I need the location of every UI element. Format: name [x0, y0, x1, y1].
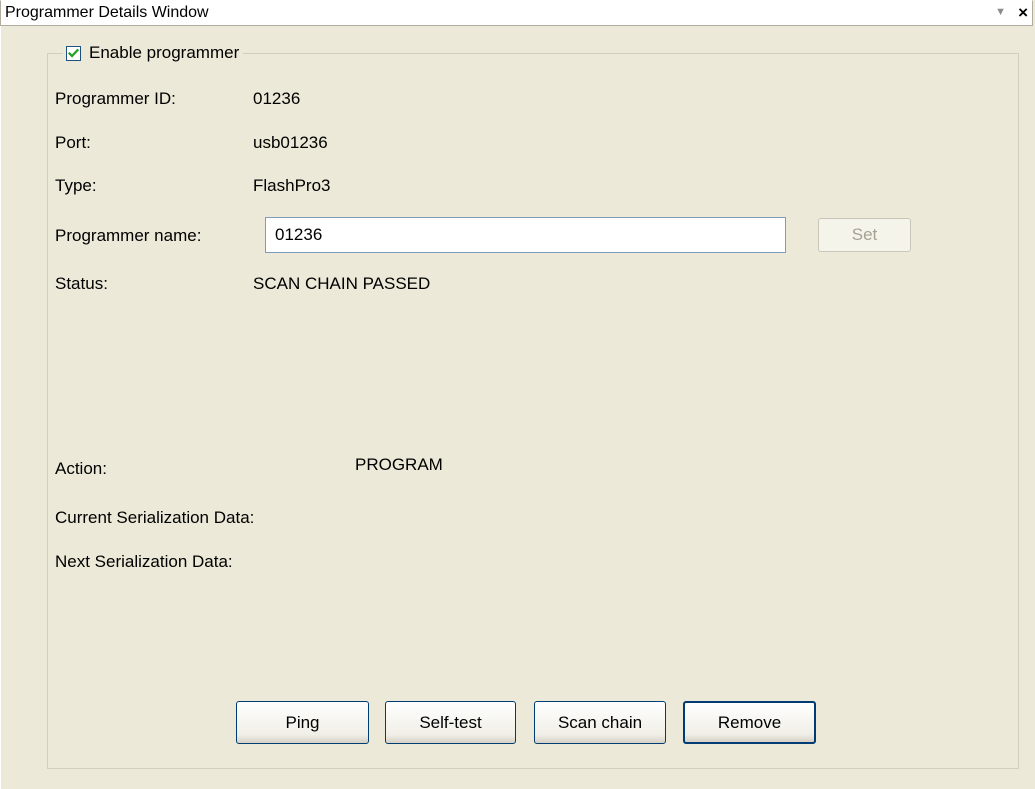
type-label: Type: [55, 176, 97, 195]
programmer-name-label: Programmer name: [55, 226, 202, 245]
remove-button-label: Remove [717, 713, 782, 732]
close-icon[interactable]: × [1018, 3, 1028, 23]
enable-programmer-label[interactable]: Enable programmer [89, 43, 239, 63]
window-title: Programmer Details Window [5, 4, 209, 21]
set-button[interactable]: Set [818, 218, 911, 252]
programmer-id-value: 01236 [253, 89, 301, 108]
remove-button[interactable]: Remove [683, 701, 816, 744]
scan-chain-button-label: Scan chain [557, 713, 643, 732]
enable-programmer-checkbox[interactable] [66, 45, 81, 61]
action-label: Action: [55, 459, 107, 478]
self-test-button[interactable]: Self-test [385, 701, 516, 744]
scan-chain-button[interactable]: Scan chain [534, 701, 666, 744]
ping-button-label: Ping [285, 713, 320, 732]
status-value: SCAN CHAIN PASSED [253, 274, 431, 293]
next-serialization-label: Next Serialization Data: [55, 552, 233, 571]
port-label: Port: [55, 133, 91, 152]
programmer-name-input[interactable]: 01236 [265, 217, 786, 253]
current-serialization-label: Current Serialization Data: [55, 508, 255, 527]
ping-button[interactable]: Ping [236, 701, 369, 744]
programmer-details-window: Programmer Details Window ▼ × Enable pro… [0, 0, 1035, 789]
enable-programmer-legend: Enable programmer [63, 41, 244, 65]
window-left-edge [0, 26, 1, 789]
title-bar: Programmer Details Window ▼ × [0, 0, 1033, 26]
type-value: FlashPro3 [253, 176, 331, 195]
action-value: PROGRAM [355, 455, 443, 474]
status-label: Status: [55, 274, 108, 293]
self-test-button-label: Self-test [419, 713, 482, 732]
programmer-id-label: Programmer ID: [55, 89, 176, 108]
programmer-groupbox [47, 53, 1019, 769]
set-button-label: Set [851, 225, 878, 244]
port-value: usb01236 [253, 133, 328, 152]
checkmark-icon [67, 48, 80, 58]
pin-dropdown-icon[interactable]: ▼ [995, 6, 1006, 18]
